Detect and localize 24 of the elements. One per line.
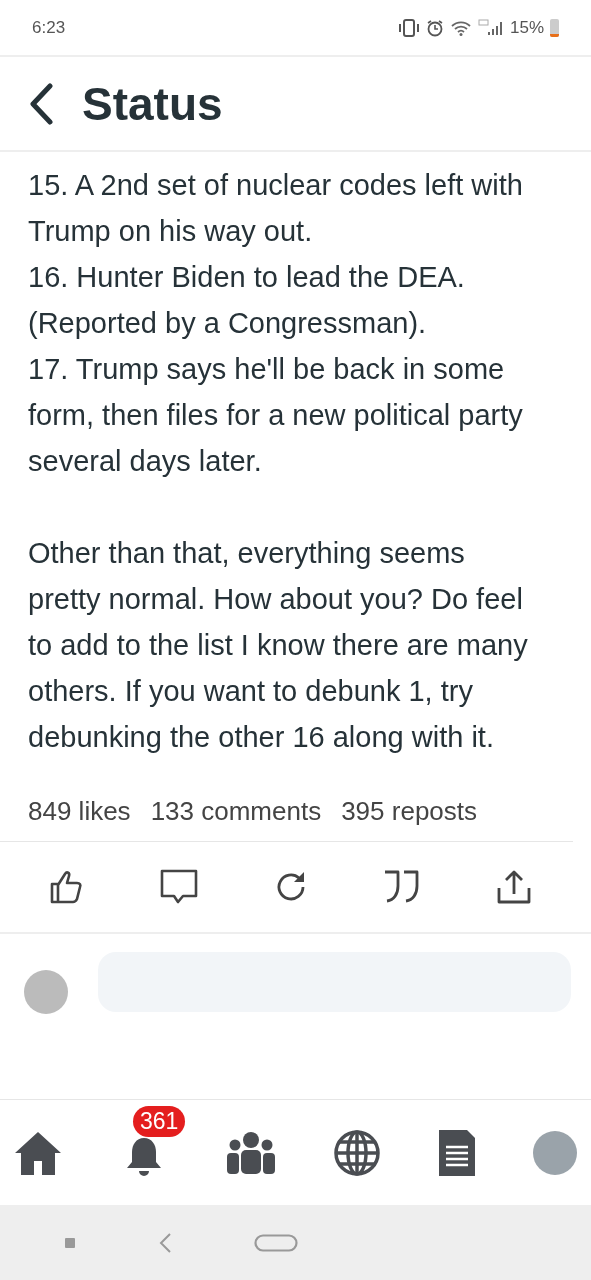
share-icon[interactable] [495, 868, 533, 906]
post-stat[interactable]: 395 reposts [341, 796, 478, 827]
status-time: 6:23 [32, 17, 66, 38]
notification-badge: 361 [133, 1105, 186, 1137]
profile-avatar[interactable] [533, 1130, 577, 1175]
vibrate-icon [397, 17, 420, 38]
list-item-text: 15. A 2nd set of nuclear codes left with Trump on his way out. [27, 168, 524, 249]
comment-icon[interactable] [159, 868, 200, 906]
battery-percent: 15% [509, 17, 544, 38]
globe-icon[interactable] [333, 1128, 381, 1177]
avatar [24, 970, 68, 1014]
list-item-text: 16. Hunter Biden to lead the DEA. (Reported by a Congressman). [27, 260, 466, 341]
page-title: Status [82, 76, 223, 131]
signal-icon [477, 18, 504, 37]
post-paragraph: Other than that, everything seems pretty normal. How about you? Do feel to add to the list I know there are many others. If you want to debunk 1, try debunking the other 16 along with it. [27, 536, 529, 755]
battery-icon [550, 18, 559, 37]
post-stat[interactable]: 849 likes [28, 796, 131, 827]
alarm-icon [425, 18, 444, 37]
group-icon[interactable] [226, 1130, 276, 1175]
wifi-icon [449, 19, 472, 36]
document-icon[interactable] [438, 1128, 476, 1177]
back-icon[interactable] [28, 82, 54, 125]
list-item-text: 17. Trump says he'll be back in some form, then files for a new political party several days later. [27, 352, 524, 479]
post-stat[interactable]: 133 comments [150, 796, 322, 827]
